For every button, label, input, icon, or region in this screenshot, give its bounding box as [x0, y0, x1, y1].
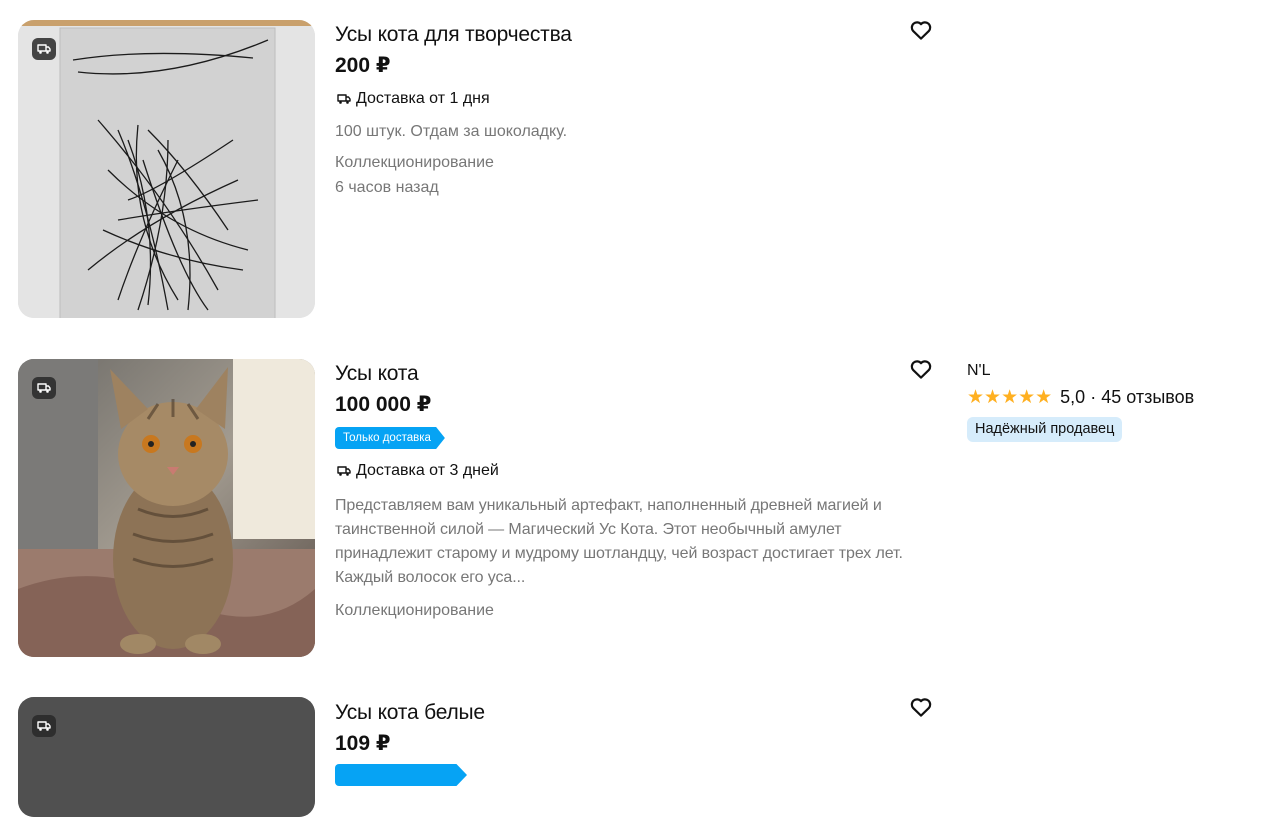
- delivery-text: Доставка от 1 дня: [356, 90, 490, 107]
- favorite-heart-icon[interactable]: [908, 694, 934, 720]
- listing-title[interactable]: Усы кота: [335, 362, 419, 386]
- listing-price: 109 ₽: [335, 732, 391, 755]
- listing-time: 6 часов назад: [335, 179, 439, 196]
- fabric-photo: [18, 697, 315, 817]
- listing-title[interactable]: Усы кота белые: [335, 701, 485, 725]
- delivery-badge-icon: [32, 377, 56, 399]
- listing-photo[interactable]: [18, 20, 315, 318]
- favorite-heart-icon[interactable]: [908, 356, 934, 382]
- listing-category: Коллекционирование: [335, 602, 494, 619]
- delivery-text: Доставка от 3 дней: [356, 462, 499, 479]
- whiskers-photo: [18, 20, 315, 318]
- trusted-seller-badge: Надёжный продавец: [967, 417, 1123, 442]
- truck-icon: [337, 465, 351, 476]
- delivery-info: Доставка от 3 дней: [337, 462, 499, 480]
- listing-category: Коллекционирование: [335, 154, 494, 171]
- listing-description: 100 штук. Отдам за шоколадку.: [335, 123, 568, 140]
- delivery-badge-icon: [32, 38, 56, 60]
- listing-photo[interactable]: [18, 697, 315, 817]
- delivery-badge-icon: [32, 715, 56, 737]
- star-rating-icon: ★★★★★: [967, 387, 1053, 408]
- listing-photo[interactable]: [18, 359, 315, 657]
- cat-photo: [18, 359, 315, 657]
- only-delivery-badge: Только доставка: [335, 427, 445, 449]
- listing-price: 100 000 ₽: [335, 393, 432, 416]
- listing-description: Представляем вам уникальный артефакт, на…: [335, 497, 903, 586]
- seller-name[interactable]: N'L: [967, 362, 991, 380]
- listing-title[interactable]: Усы кота для творчества: [335, 23, 572, 47]
- seller-rating[interactable]: ★★★★★ 5,0 · 45 отзывов: [967, 386, 1194, 409]
- only-delivery-badge: [335, 764, 467, 786]
- listing-price: 200 ₽: [335, 54, 391, 77]
- favorite-heart-icon[interactable]: [908, 17, 934, 43]
- truck-icon: [337, 93, 351, 104]
- delivery-info: Доставка от 1 дня: [337, 90, 490, 108]
- rating-text: 5,0 · 45 отзывов: [1060, 387, 1195, 407]
